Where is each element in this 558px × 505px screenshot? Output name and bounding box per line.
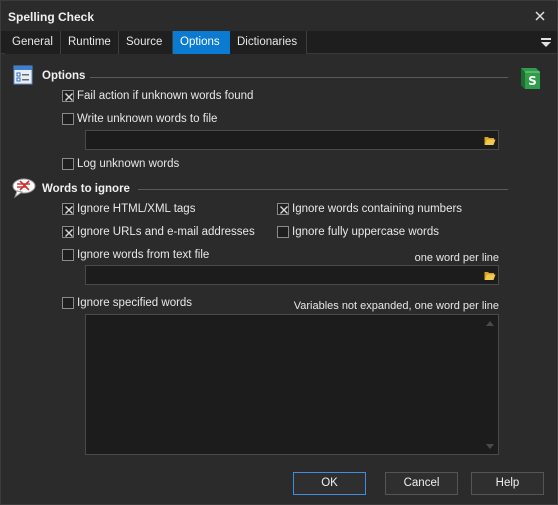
- ignore-uppercase-checkbox[interactable]: [277, 226, 289, 238]
- scroll-down-icon[interactable]: [482, 440, 498, 452]
- ignore-specified-checkbox[interactable]: [62, 297, 74, 309]
- tab-general[interactable]: General: [5, 31, 61, 54]
- write-unknown-label: Write unknown words to file: [77, 113, 218, 125]
- write-unknown-file-input[interactable]: [85, 130, 499, 150]
- spelling-check-dialog: Spelling Check General Runtime Source Op…: [0, 0, 558, 505]
- log-unknown-checkbox[interactable]: [62, 158, 74, 170]
- options-icon: [13, 65, 33, 85]
- tab-bar: General Runtime Source Options Dictionar…: [1, 31, 557, 54]
- tab-runtime[interactable]: Runtime: [61, 31, 119, 54]
- cancel-button[interactable]: Cancel: [385, 472, 458, 495]
- write-unknown-checkbox[interactable]: [62, 113, 74, 125]
- ignore-html-checkbox[interactable]: [62, 203, 74, 215]
- close-icon[interactable]: [529, 5, 551, 27]
- scroll-up-icon[interactable]: [482, 317, 498, 329]
- spellcheck-book-icon: S: [517, 65, 543, 91]
- ignore-specified-label: Ignore specified words: [77, 297, 193, 309]
- fail-action-checkbox[interactable]: [62, 90, 74, 102]
- ignore-uppercase-label: Ignore fully uppercase words: [292, 226, 440, 238]
- ignore-words-textarea[interactable]: [85, 314, 499, 455]
- words-to-ignore-title: Words to ignore: [42, 183, 130, 195]
- options-section-title: Options: [42, 70, 86, 82]
- help-button[interactable]: Help: [471, 472, 544, 495]
- log-unknown-label: Log unknown words: [77, 158, 180, 170]
- ignore-from-file-label: Ignore words from text file: [77, 249, 210, 261]
- fail-action-label: Fail action if unknown words found: [77, 90, 254, 102]
- textarea-scrollbar[interactable]: [482, 315, 498, 454]
- tab-menu-icon[interactable]: [539, 36, 553, 49]
- title-bar: Spelling Check: [1, 1, 557, 31]
- ignore-numbers-checkbox[interactable]: [277, 203, 289, 215]
- ignore-numbers-label: Ignore words containing numbers: [292, 203, 463, 215]
- words-to-ignore-divider: [138, 189, 508, 190]
- tab-dictionaries[interactable]: Dictionaries: [230, 31, 307, 54]
- tab-options[interactable]: Options: [173, 31, 230, 54]
- variables-not-expanded-hint: Variables not expanded, one word per lin…: [293, 300, 499, 312]
- ignore-words-icon: [11, 177, 37, 199]
- folder-open-icon[interactable]: [481, 266, 498, 284]
- ignore-urls-checkbox[interactable]: [62, 226, 74, 238]
- ignore-urls-label: Ignore URLs and e-mail addresses: [77, 226, 255, 238]
- svg-text:S: S: [528, 74, 537, 88]
- ok-button[interactable]: OK: [293, 472, 366, 495]
- ignore-file-input[interactable]: [85, 265, 499, 285]
- window-title: Spelling Check: [8, 10, 95, 24]
- ignore-from-file-checkbox[interactable]: [62, 249, 74, 261]
- one-word-per-line-hint: one word per line: [414, 252, 499, 264]
- options-divider: [90, 77, 508, 78]
- ignore-html-label: Ignore HTML/XML tags: [77, 203, 196, 215]
- folder-open-icon[interactable]: [481, 131, 498, 149]
- tab-source[interactable]: Source: [119, 31, 173, 54]
